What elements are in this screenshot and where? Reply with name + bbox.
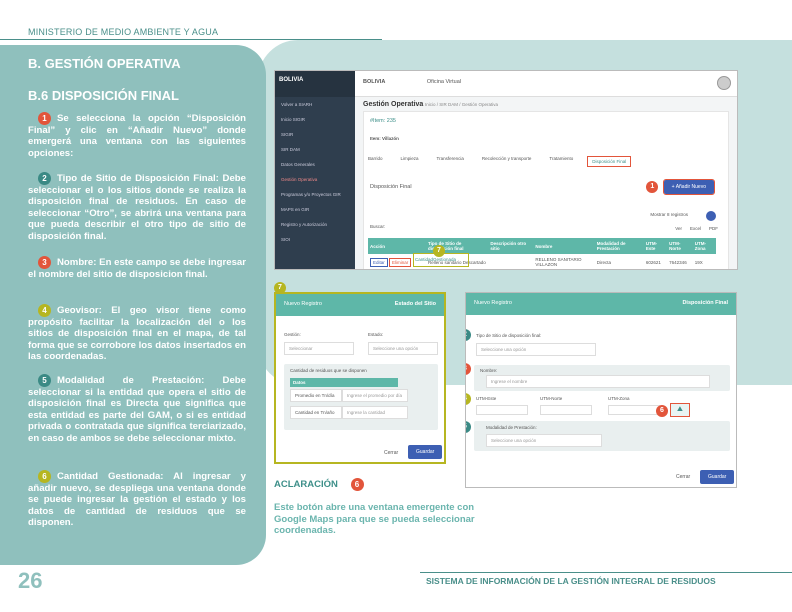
tipo-select[interactable]: Seleccione una opción xyxy=(476,343,596,356)
pdf-button[interactable]: PDF xyxy=(709,226,718,231)
sidebar-item[interactable]: Gestión Operativa xyxy=(275,172,355,187)
breadcrumb: Inicio / SIR DAM / Gestión Operativa xyxy=(425,102,499,107)
utm-este-input[interactable] xyxy=(476,405,528,415)
table-header: Acción Tipo de Sitio de disposición fina… xyxy=(368,238,716,254)
map-picker-icon[interactable]: ⛰ xyxy=(670,403,690,417)
save-button[interactable]: Guardar xyxy=(408,445,443,459)
utm-norte-input[interactable] xyxy=(540,405,592,415)
aclaracion-title: ACLARACIÓN 6 xyxy=(274,478,370,491)
modal-header: Nuevo Registro Disposición Final xyxy=(466,293,736,315)
step-3: 3 Nombre: En este campo se debe ingresar … xyxy=(28,256,246,280)
modal-estado-sitio: Nuevo Registro Estado del Sitio Gestión: … xyxy=(274,292,446,464)
callout-6: 6 xyxy=(656,405,668,417)
gestion-select[interactable]: Seleccionar xyxy=(284,342,354,355)
add-new-button[interactable]: + Añadir Nuevo xyxy=(662,179,716,195)
search-label: Buscar: xyxy=(370,224,386,229)
cancel-button[interactable]: Cerrar xyxy=(384,450,398,456)
page-number: 26 xyxy=(18,568,43,593)
page-indicator[interactable] xyxy=(706,211,716,221)
brand-logo: BOLIVIA xyxy=(275,71,355,97)
app-screenshot: BOLIVIA Volver a SIARH Inicio SIGIR SIGI… xyxy=(274,70,738,270)
top-bar: BOLIVIA Oficina Virtual xyxy=(355,71,737,97)
callout-4: 4 xyxy=(466,393,471,405)
section-subtitle: B.6 DISPOSICIÓN FINAL xyxy=(28,88,179,103)
nombre-input[interactable]: Ingrese el nombre xyxy=(486,375,710,388)
top-brand: BOLIVIA xyxy=(363,79,386,85)
utm-zona-input[interactable] xyxy=(608,405,660,415)
footer-rule xyxy=(420,572,792,573)
ministry-header: MINISTERIO DE MEDIO AMBIENTE Y AGUA xyxy=(28,27,219,37)
sidebar-item[interactable]: Programas y/o Proyectos GIR xyxy=(275,187,355,202)
tab-recoleccion[interactable]: Recolección y transporte xyxy=(482,156,532,167)
sidebar-item[interactable]: Datos Generales xyxy=(275,157,355,172)
tab-disposicion-final[interactable]: Disposición Final xyxy=(587,156,632,167)
page-title: Gestión Operativa xyxy=(363,101,424,108)
header-rule xyxy=(0,39,382,40)
cancel-button[interactable]: Cerrar xyxy=(676,474,690,480)
callout-2: 2 xyxy=(466,329,471,341)
qty-section: Cantidad de residuos que se disponen Dat… xyxy=(284,364,438,430)
datos-header: Datos xyxy=(290,378,398,387)
delete-button[interactable]: Eliminar xyxy=(389,257,412,267)
callout-5: 5 xyxy=(466,421,471,433)
sidebar-item[interactable]: MAPS en GIR xyxy=(275,202,355,217)
estado-select[interactable]: Seleccione una opción xyxy=(368,342,438,355)
sidebar-item[interactable]: SIOI xyxy=(275,232,355,247)
sidebar-item[interactable]: Volver a SIARH xyxy=(275,97,355,112)
modal-disposicion: Nuevo RegistroDisposición Final 2 Tipo d… xyxy=(465,292,737,488)
view-button[interactable]: Ver xyxy=(675,226,682,231)
app-main: BOLIVIA Oficina Virtual Gestión Operativ… xyxy=(355,71,737,269)
export-buttons: Ver Excel PDF xyxy=(675,226,718,231)
tab-barrido[interactable]: Barrido xyxy=(368,156,383,167)
sidebar-item[interactable]: SIR DAM xyxy=(275,142,355,157)
tabs: Barrido Limpieza Transferencia Recolecci… xyxy=(368,156,632,167)
tab-transferencia[interactable]: Transferencia xyxy=(437,156,464,167)
save-button[interactable]: Guardar xyxy=(700,470,735,484)
tab-tratamiento[interactable]: Tratamiento xyxy=(549,156,573,167)
main-card: #Item: 235 Item: Villazón Barrido Limpie… xyxy=(363,111,729,269)
edit-button[interactable]: Editar xyxy=(370,257,388,267)
step-2: 2 Tipo de Sitio de Disposición Final: Deb… xyxy=(28,172,247,242)
callout-1: 1 xyxy=(646,181,659,193)
excel-button[interactable]: Excel xyxy=(690,226,701,231)
office-label: Oficina Virtual xyxy=(426,79,461,85)
section-title: B. GESTIÓN OPERATIVA xyxy=(28,56,181,71)
item-name: Item: Villazón xyxy=(370,136,399,141)
sidebar-item[interactable]: SIGIR xyxy=(275,127,355,142)
qty-button[interactable]: CantidadGestionada xyxy=(415,257,456,262)
show-entries: Mostrar 8 registros xyxy=(650,212,688,217)
add-new-wrap: 1 + Añadir Nuevo xyxy=(646,179,716,195)
aclaracion-text: Este botón abre una ventana emergente co… xyxy=(274,502,475,536)
callout-3: 3 xyxy=(466,363,471,375)
modal-header: Nuevo Registro Estado del Sitio xyxy=(276,294,444,316)
sidebar-item[interactable]: Inicio SIGIR xyxy=(275,112,355,127)
item-id: #Item: 235 xyxy=(370,118,396,124)
footer-system: SISTEMA DE INFORMACIÓN DE LA GESTIÓN INT… xyxy=(426,576,716,586)
step-1: 1 Se selecciona la opción “Disposición Fi… xyxy=(28,112,246,159)
step-5: 5 Modalidad de Prestación: Debe seleccion… xyxy=(28,374,246,444)
app-sidebar: BOLIVIA Volver a SIARH Inicio SIGIR SIGI… xyxy=(275,71,355,269)
avatar[interactable] xyxy=(717,76,731,90)
card-title: Disposición Final xyxy=(370,184,412,190)
step-4: 4 Geovisor: El geo visor tiene como propó… xyxy=(28,304,246,363)
sidebar-item[interactable]: Registro y Autorización xyxy=(275,217,355,232)
cantidad-input[interactable]: Ingrese la cantidad xyxy=(342,406,408,419)
tab-limpieza[interactable]: Limpieza xyxy=(401,156,419,167)
modalidad-select[interactable]: Seleccione una opción xyxy=(486,434,602,447)
promedio-input[interactable]: Ingrese el promedio por día xyxy=(342,389,408,402)
step-6: 6 Cantidad Gestionada: Al ingresar y añad… xyxy=(28,470,246,529)
